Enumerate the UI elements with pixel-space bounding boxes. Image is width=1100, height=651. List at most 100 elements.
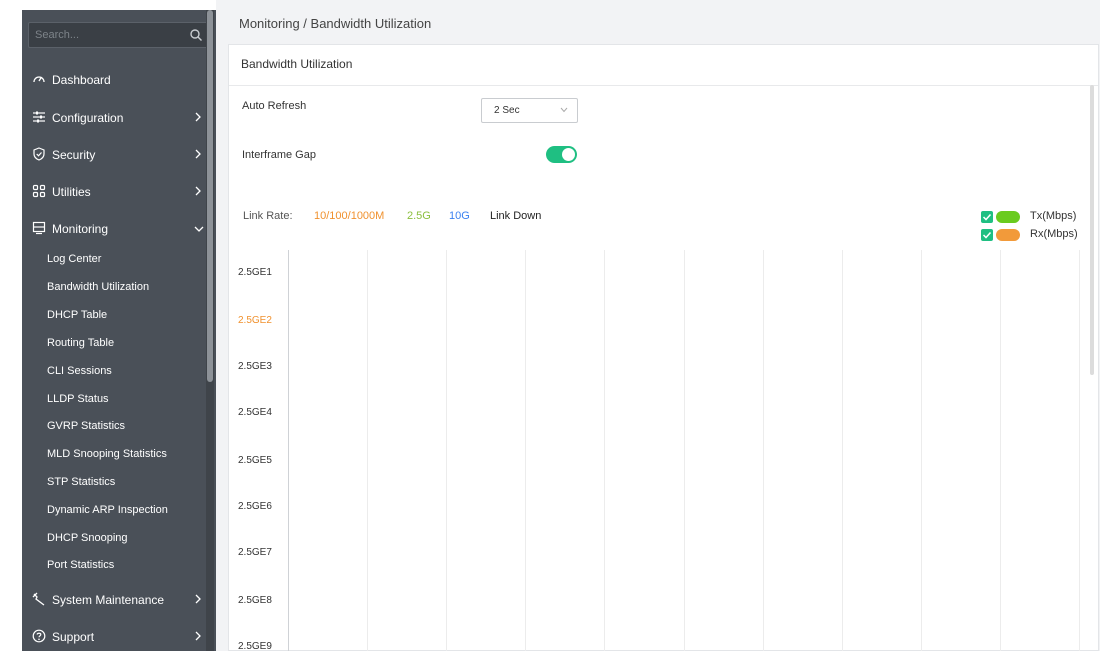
sidebar-item-utilities[interactable]: Utilities	[22, 176, 216, 206]
sidebar-sub-label: Port Statistics	[47, 559, 115, 571]
chevron-right-icon	[195, 149, 201, 159]
sidebar-sub-bandwidth-utilization[interactable]: Bandwidth Utilization	[22, 276, 216, 300]
card-title: Bandwidth Utilization	[241, 57, 353, 71]
sidebar-sub-routing-table[interactable]: Routing Table	[22, 332, 216, 356]
sidebar-item-label: Security	[52, 148, 96, 162]
check-icon	[982, 213, 992, 221]
sidebar-item-support[interactable]: Support	[22, 621, 216, 651]
monitor-icon	[32, 221, 46, 235]
sidebar-sub-label: LLDP Status	[47, 393, 109, 405]
sidebar-sub-cli-sessions[interactable]: CLI Sessions	[22, 360, 216, 384]
check-icon	[982, 231, 992, 239]
sidebar-sub-label: CLI Sessions	[47, 365, 112, 377]
sidebar-sub-label: Dynamic ARP Inspection	[47, 504, 168, 516]
search-box	[28, 22, 210, 48]
link-rate-1000m: 10/100/1000M	[314, 210, 385, 222]
sidebar-item-security[interactable]: Security	[22, 139, 216, 169]
sidebar-item-monitoring[interactable]: Monitoring	[22, 213, 216, 243]
sidebar-scrollbar-thumb[interactable]	[207, 10, 213, 382]
sidebar-sub-label: GVRP Statistics	[47, 420, 126, 432]
grid-line	[367, 250, 368, 651]
search-input[interactable]	[29, 23, 179, 47]
sidebar-item-label: Dashboard	[52, 73, 111, 87]
chevron-down-icon	[194, 226, 204, 232]
grid-line	[921, 250, 922, 651]
sidebar-sub-label: DHCP Snooping	[47, 532, 128, 544]
toggle-knob	[562, 148, 575, 161]
grid-line	[763, 250, 764, 651]
port-label-2-5ge4: 2.5GE4	[238, 407, 272, 418]
rx-label: Rx(Mbps)	[1030, 228, 1078, 240]
port-label-2-5ge2: 2.5GE2	[238, 315, 272, 326]
port-label-2-5ge9: 2.5GE9	[238, 641, 272, 651]
sidebar-item-configuration[interactable]: Configuration	[22, 102, 216, 132]
sidebar-sub-dhcp-snooping[interactable]: DHCP Snooping	[22, 527, 216, 551]
rx-checkbox[interactable]	[981, 229, 993, 241]
auto-refresh-value: 2 Sec	[494, 105, 520, 116]
wrench-icon	[32, 592, 45, 606]
dashboard-icon	[33, 76, 45, 83]
card-header: Bandwidth Utilization	[229, 45, 1098, 86]
sidebar-sub-label: MLD Snooping Statistics	[47, 448, 167, 460]
sidebar-sub-stp-statistics[interactable]: STP Statistics	[22, 471, 216, 495]
chevron-right-icon	[195, 112, 201, 122]
port-label-2-5ge7: 2.5GE7	[238, 547, 272, 558]
port-label-2-5ge8: 2.5GE8	[238, 595, 272, 606]
sidebar-item-label: Utilities	[52, 185, 91, 199]
chevron-right-icon	[195, 631, 201, 641]
port-label-2-5ge5: 2.5GE5	[238, 455, 272, 466]
sidebar-sub-gvrp-statistics[interactable]: GVRP Statistics	[22, 415, 216, 439]
sidebar-sub-label: Routing Table	[47, 337, 115, 349]
interframe-gap-toggle[interactable]	[546, 146, 577, 163]
auto-refresh-label: Auto Refresh	[242, 100, 307, 112]
link-rate-10g: 10G	[449, 210, 470, 222]
port-label-2-5ge6: 2.5GE6	[238, 501, 272, 512]
sidebar-sub-port-statistics[interactable]: Port Statistics	[22, 554, 216, 578]
grid-line	[1000, 250, 1001, 651]
grid-line	[446, 250, 447, 651]
sidebar-item-dashboard[interactable]: Dashboard	[22, 64, 216, 94]
chevron-right-icon	[195, 186, 201, 196]
sidebar-sub-label: DHCP Table	[47, 309, 108, 321]
sidebar-sub-label: Bandwidth Utilization	[47, 281, 150, 293]
link-rate-2-5g: 2.5G	[407, 210, 431, 222]
sidebar-sub-lldp-status[interactable]: LLDP Status	[22, 388, 216, 412]
tx-swatch	[996, 211, 1020, 223]
help-icon	[32, 629, 46, 643]
legend-tx[interactable]: Tx(Mbps)	[981, 210, 1091, 224]
grid-icon	[32, 184, 46, 198]
sidebar-sub-mld-snooping-statistics[interactable]: MLD Snooping Statistics	[22, 443, 216, 467]
breadcrumb: Monitoring / Bandwidth Utilization	[239, 16, 432, 31]
sidebar-sub-dhcp-table[interactable]: DHCP Table	[22, 304, 216, 328]
shield-icon	[33, 147, 45, 161]
sidebar-item-system-maintenance[interactable]: System Maintenance	[22, 584, 216, 614]
grid-line	[1079, 250, 1080, 651]
legend-rx[interactable]: Rx(Mbps)	[981, 228, 1091, 242]
search-icon[interactable]	[189, 28, 203, 42]
sliders-icon	[33, 111, 45, 123]
tx-checkbox[interactable]	[981, 211, 993, 223]
sidebar-item-label: Configuration	[52, 111, 124, 125]
sidebar-item-label: System Maintenance	[52, 593, 165, 607]
interframe-gap-label: Interframe Gap	[242, 149, 316, 161]
auto-refresh-select[interactable]: 2 Sec	[481, 98, 578, 123]
port-label-2-5ge1: 2.5GE1	[238, 267, 272, 278]
grid-line	[684, 250, 685, 651]
chevron-right-icon	[195, 594, 201, 604]
sidebar-sub-label: STP Statistics	[47, 476, 116, 488]
chevron-down-icon	[560, 107, 568, 113]
grid-line	[842, 250, 843, 651]
sidebar: Dashboard Configuration Security Utiliti…	[22, 10, 216, 651]
grid-line	[604, 250, 605, 651]
sidebar-sub-dynamic-arp-inspection[interactable]: Dynamic ARP Inspection	[22, 499, 216, 523]
sidebar-sub-log-center[interactable]: Log Center	[22, 248, 216, 272]
sidebar-sub-label: Log Center	[47, 253, 102, 265]
sidebar-item-label: Monitoring	[52, 222, 109, 236]
grid-line	[525, 250, 526, 651]
tx-label: Tx(Mbps)	[1030, 210, 1077, 222]
port-label-2-5ge3: 2.5GE3	[238, 361, 272, 372]
bandwidth-card: Bandwidth Utilization Auto Refresh 2 Sec…	[228, 44, 1099, 651]
sidebar-scrollbar[interactable]	[206, 10, 214, 651]
chart-y-axis	[288, 250, 289, 651]
link-rate-label: Link Rate:	[243, 210, 293, 222]
